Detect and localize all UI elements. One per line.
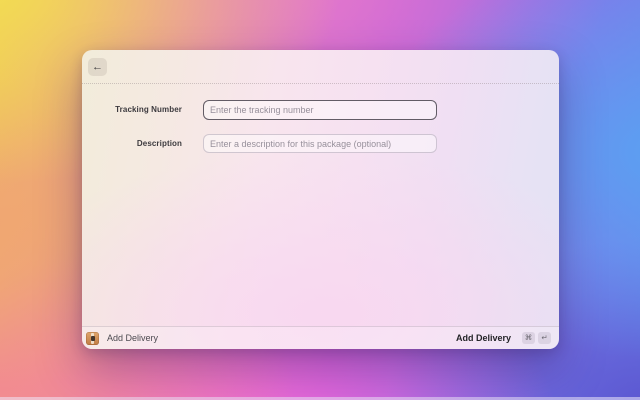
package-icon [86,332,99,345]
back-button[interactable]: ← [88,58,107,76]
add-delivery-button[interactable]: Add Delivery [456,333,511,343]
tracking-number-label: Tracking Number [82,100,182,120]
tracking-number-input[interactable] [203,100,437,120]
return-key-icon: ↵ [538,332,551,344]
description-label: Description [82,134,182,153]
add-delivery-window: ← Tracking Number Description Add Delive… [82,50,559,349]
command-key-icon: ⌘ [522,332,535,344]
back-arrow-icon: ← [92,62,103,73]
footer-app-name: Add Delivery [107,333,158,343]
return-key-glyph: ↵ [541,334,547,342]
window-footer: Add Delivery Add Delivery ⌘ ↵ [82,326,559,349]
window-titlebar: ← [82,50,559,84]
description-input[interactable] [203,134,437,153]
command-key-glyph: ⌘ [525,334,533,342]
